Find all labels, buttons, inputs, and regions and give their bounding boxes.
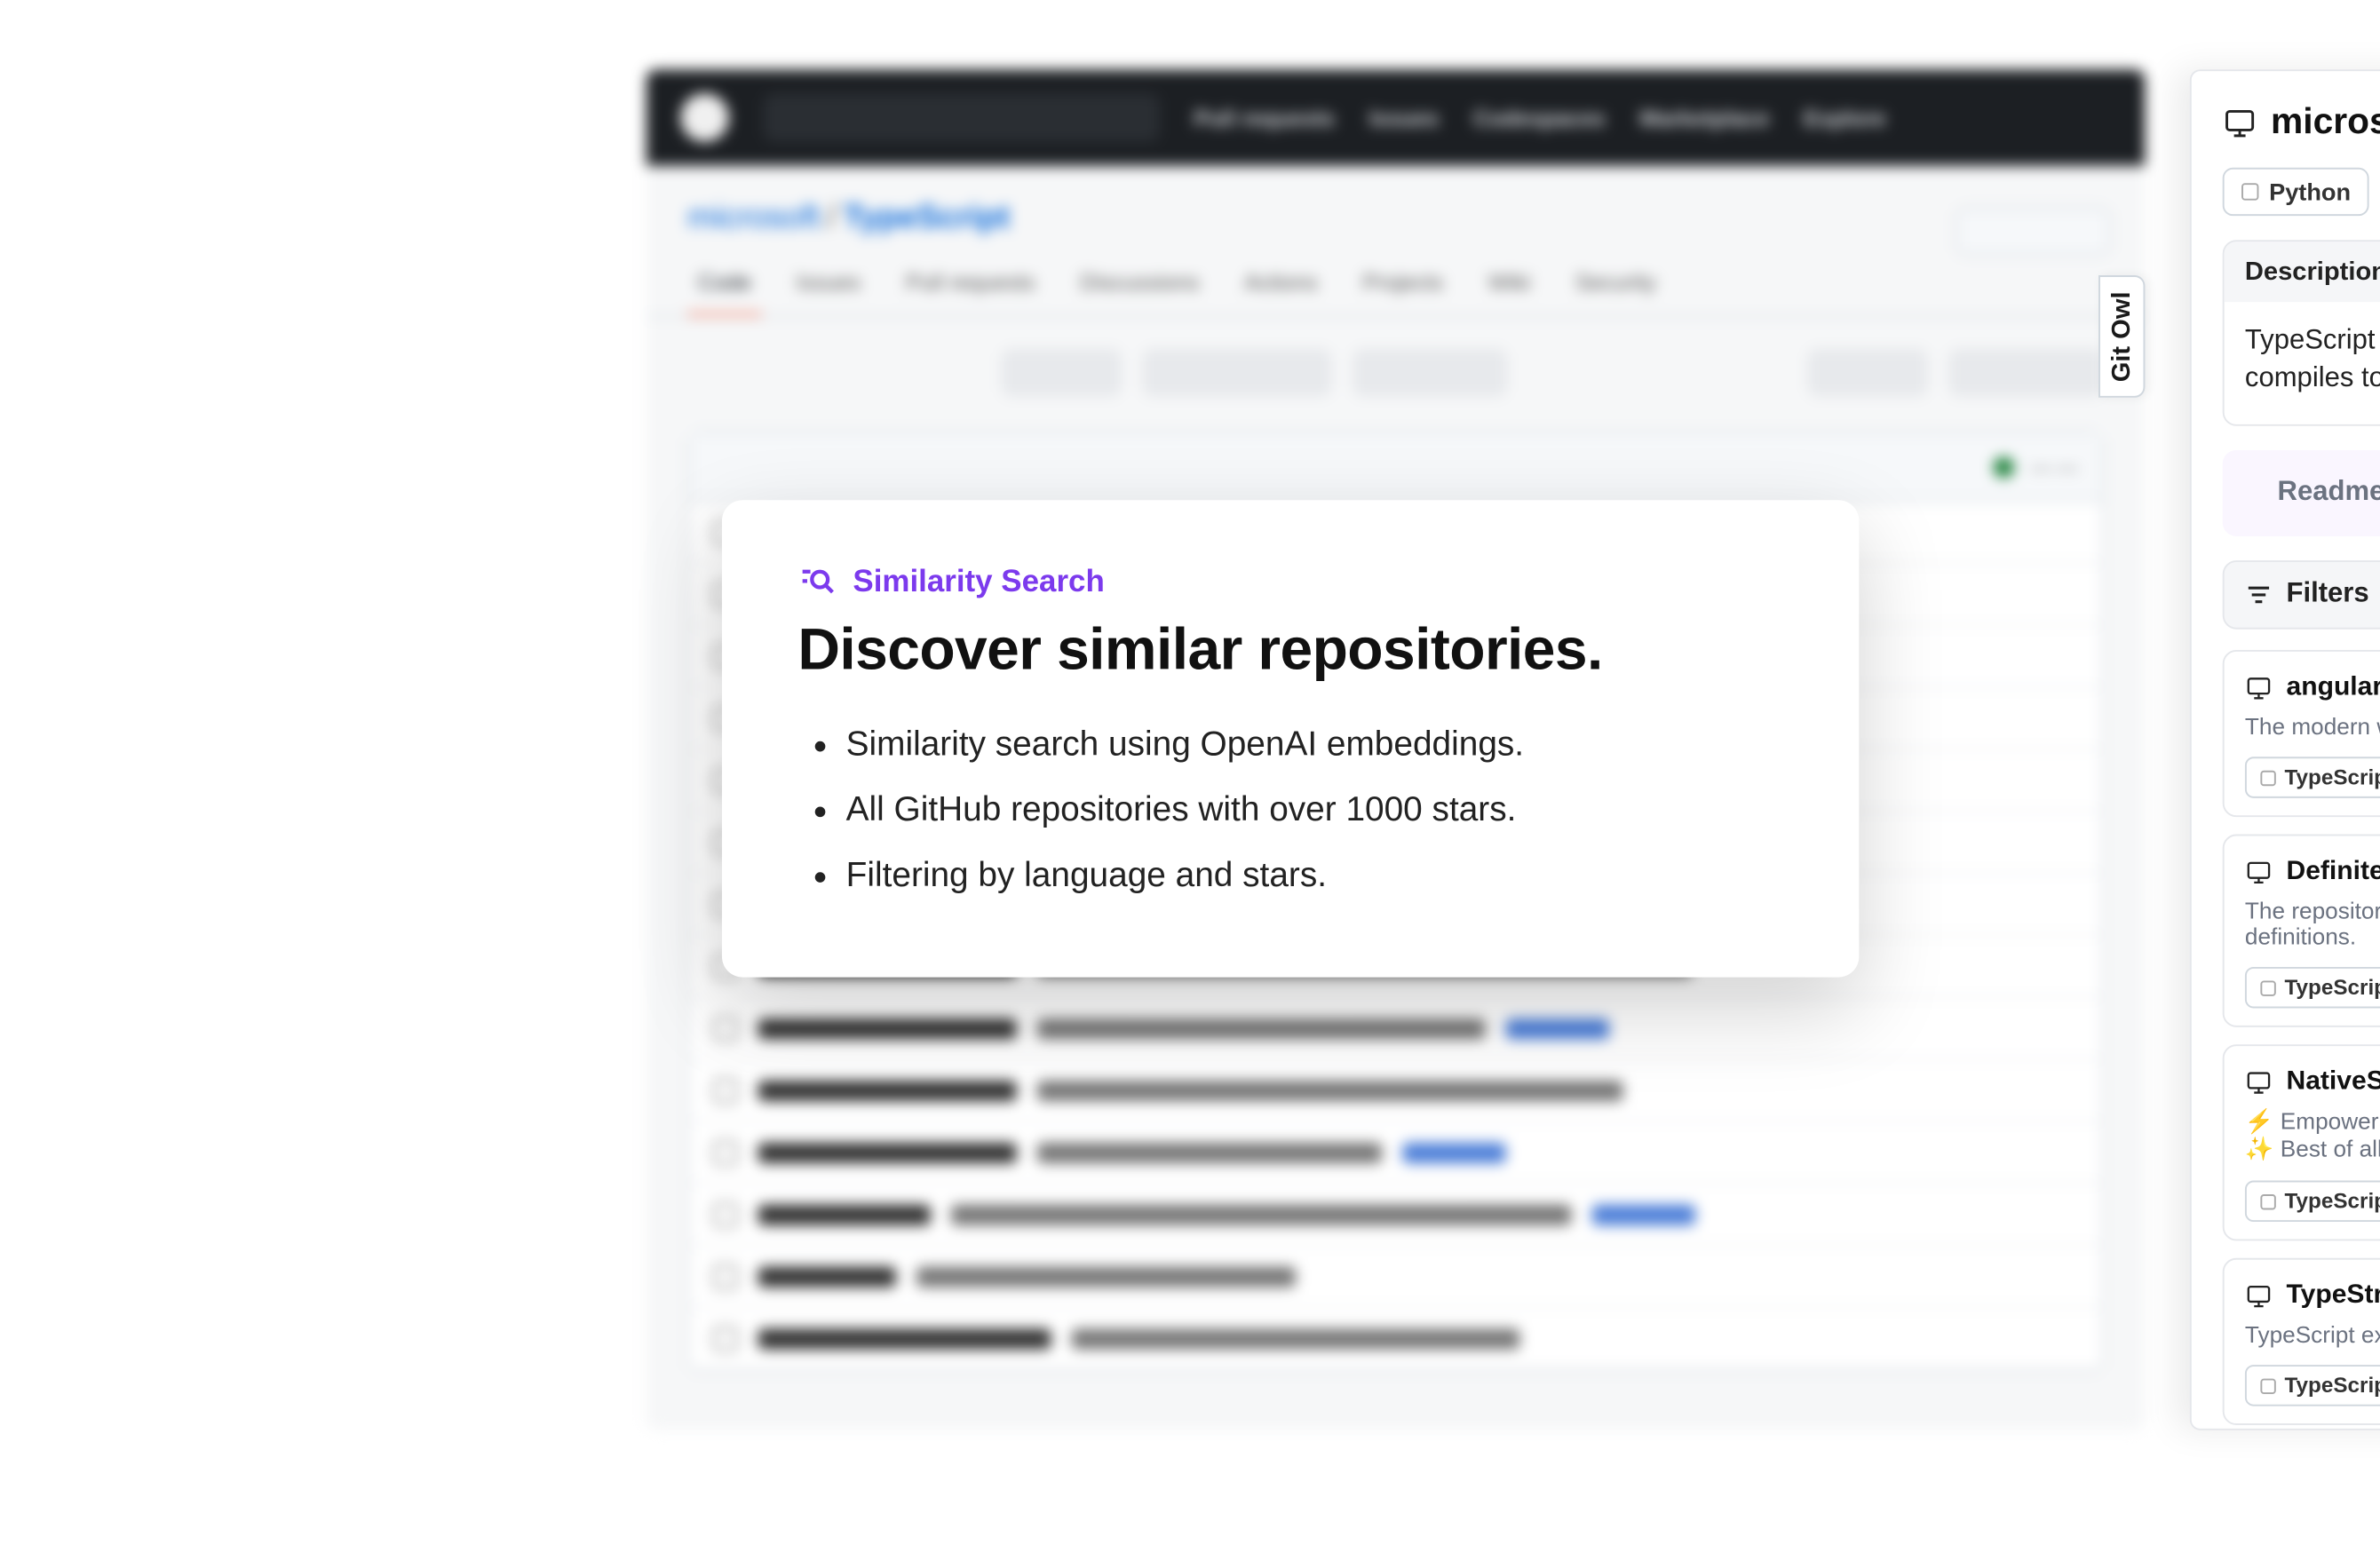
- similar-repo-card[interactable]: TypeStrong/ts-node 0.85 TypeScript execu…: [2223, 1258, 2380, 1425]
- similar-repo-name: DefinitelyTyped/DefinitelyTyped: [2286, 857, 2380, 888]
- similar-repo-description: TypeScript execution and REPL for node.j…: [2245, 1322, 2380, 1348]
- similar-repo-card[interactable]: NativeScript/NativeScript 0.86 ⚡ Empower…: [2223, 1045, 2380, 1241]
- filters-label: Filters: [2286, 580, 2368, 611]
- language-swatch-icon: [2260, 1193, 2275, 1208]
- description-heading: Description: [2225, 242, 2380, 302]
- similar-repo-description: The repository for high quality TypeScri…: [2245, 899, 2380, 950]
- similar-repo-card[interactable]: DefinitelyTyped/DefinitelyTyped 0.86 The…: [2223, 835, 2380, 1027]
- language-swatch-icon: [2260, 980, 2275, 995]
- repo-title[interactable]: microsoft/TypeScript: [2223, 102, 2380, 144]
- feature-bullet: Similarity search using OpenAI embedding…: [846, 712, 1783, 778]
- filter-icon: [2245, 582, 2273, 609]
- feature-headline: Discover similar repositories.: [797, 617, 1783, 685]
- language-badge: TypeScript: [2245, 967, 2380, 1009]
- language-swatch-icon: [2241, 183, 2258, 200]
- language-badge: TypeScript: [2245, 1365, 2380, 1406]
- language-badge: TypeScript: [2245, 757, 2380, 799]
- feature-eyebrow: Similarity Search: [853, 563, 1104, 599]
- feature-card: Similarity Search Discover similar repos…: [722, 500, 1859, 977]
- filters-bar: Filters Show: [2223, 560, 2380, 630]
- repo-icon: [2245, 675, 2273, 702]
- similar-list: angular/angular 0.87 The modern web deve…: [2192, 650, 2380, 1429]
- similar-repo-name: TypeStrong/ts-node: [2286, 1280, 2380, 1311]
- description-text: TypeScript is a superset of JavaScript t…: [2225, 302, 2380, 424]
- language-swatch-icon: [2260, 1378, 2275, 1393]
- language-badge: TypeScript: [2245, 1181, 2380, 1223]
- similar-repo-name: angular/angular: [2286, 673, 2380, 704]
- similar-repo-description: ⚡ Empowering JavaScript with native plat…: [2245, 1108, 2380, 1163]
- feature-bullet: All GitHub repositories with over 1000 s…: [846, 778, 1783, 844]
- language-badge: Python: [2223, 168, 2370, 216]
- language-swatch-icon: [2260, 770, 2275, 785]
- repo-icon: [2223, 106, 2257, 140]
- tab-readme[interactable]: Readme: [2233, 461, 2380, 527]
- similar-repo-card[interactable]: angular/angular 0.87 The modern web deve…: [2223, 650, 2380, 817]
- repo-icon: [2245, 1069, 2273, 1097]
- gitowl-panel: microsoft/TypeScript Python ★ 2.1k 45: [2190, 69, 2380, 1430]
- similar-repo-description: The modern web developer's platform: [2245, 714, 2380, 740]
- similarity-search-icon: [797, 562, 836, 600]
- repo-icon: [2245, 859, 2273, 886]
- repo-icon: [2245, 1282, 2273, 1310]
- similar-repo-name: NativeScript/NativeScript: [2286, 1067, 2380, 1098]
- feature-bullet: Filtering by language and stars.: [846, 843, 1783, 908]
- description-box: Description TypeScript is a superset of …: [2223, 240, 2380, 426]
- gitowl-drawer-toggle[interactable]: Git Owl: [2098, 276, 2145, 398]
- panel-tabs: Readme Analytics Similar: [2223, 450, 2380, 536]
